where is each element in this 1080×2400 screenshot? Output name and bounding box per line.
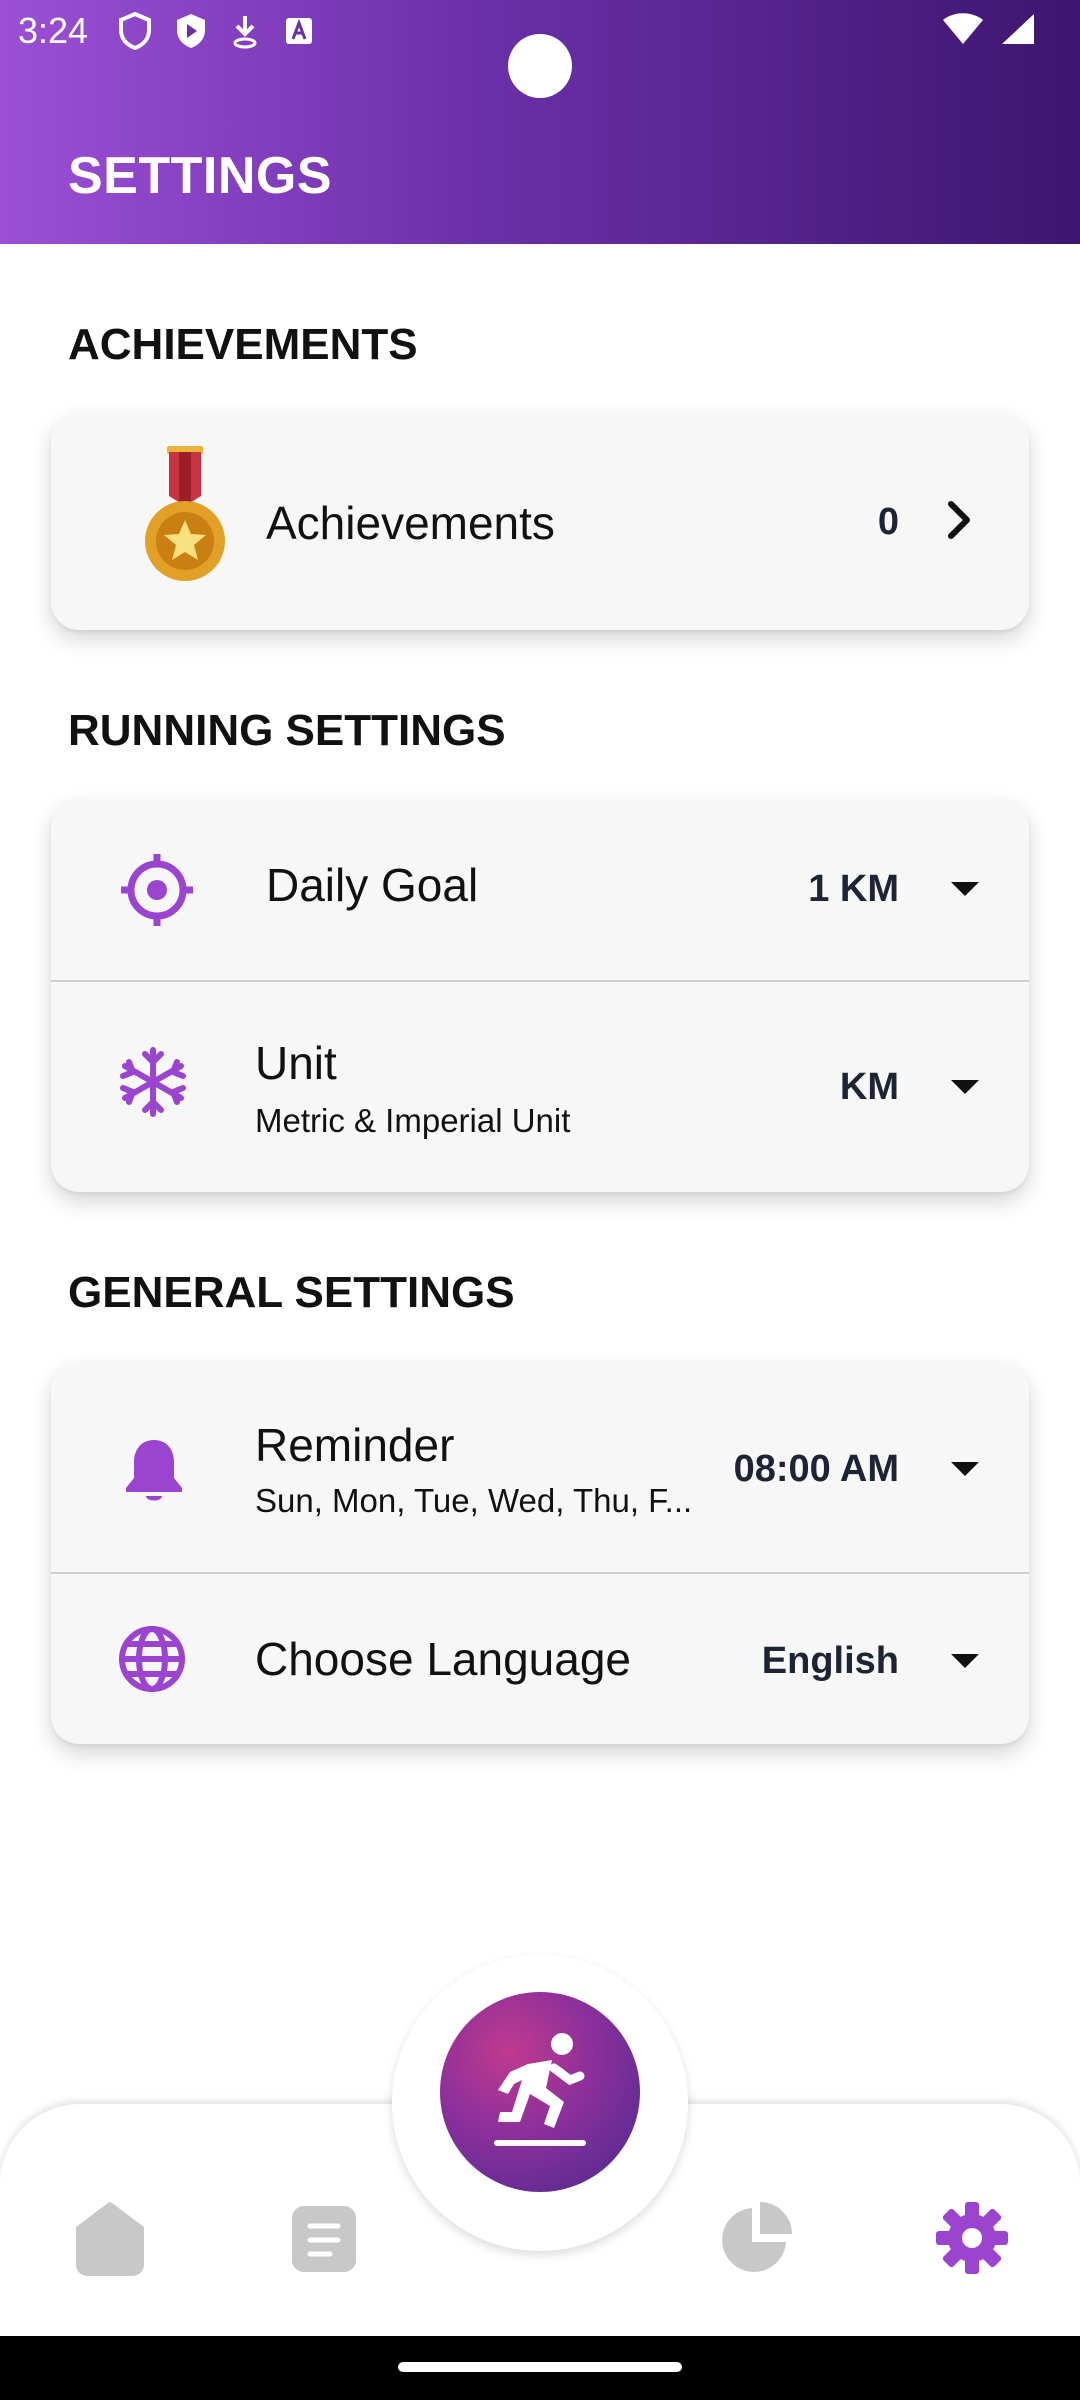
language-value: English [761,1640,899,1682]
camera-cutout [508,34,572,98]
caret-down-icon [951,1462,979,1476]
unit-sublabel: Metric & Imperial Unit [255,1102,571,1139]
daily-goal-label: Daily Goal [266,859,479,911]
achievements-row[interactable]: Achievements 0 [51,412,1029,630]
reminder-time: 08:00 AM [733,1448,899,1490]
reminder-days: Sun, Mon, Tue, Wed, Thu, F... [255,1482,693,1519]
running-settings-card: Daily Goal 1 KM Unit Metric & Imperial U… [51,798,1029,1192]
general-settings-card: Reminder Sun, Mon, Tue, Wed, Thu, F... 0… [51,1362,1029,1744]
achievements-card: Achievements 0 [51,412,1029,630]
shield-icon [119,12,151,50]
snowflake-icon [120,1047,186,1117]
language-label: Choose Language [255,1633,631,1685]
signal-icon [1002,14,1034,44]
caret-down-icon [951,882,979,896]
globe-icon [119,1626,185,1692]
chevron-right-icon [948,501,970,539]
section-title-running: RUNNING SETTINGS [68,706,506,755]
home-icon[interactable] [70,2198,150,2278]
settings-icon[interactable] [932,2198,1012,2278]
text-icon [286,18,312,44]
target-icon [121,854,193,926]
unit-row[interactable]: Unit Metric & Imperial Unit KM [51,982,1029,1192]
reminder-label: Reminder [255,1419,455,1471]
wifi-icon [943,13,983,44]
stats-icon[interactable] [716,2198,796,2278]
download-icon [233,16,257,49]
unit-label: Unit [255,1037,337,1089]
unit-value: KM [839,1066,899,1108]
section-title-achievements: ACHIEVEMENTS [68,320,418,369]
language-row[interactable]: Choose Language English [51,1574,1029,1744]
start-run-button[interactable] [440,1992,640,2192]
medal-icon [145,446,225,581]
section-title-general: GENERAL SETTINGS [68,1268,515,1317]
bell-icon [126,1440,182,1501]
run-icon [494,2033,586,2146]
app-header: 3:24 SETTINGS [0,0,1080,244]
play-protect-icon [177,14,205,48]
status-icons-left [118,12,316,50]
caret-down-icon [951,1654,979,1668]
daily-goal-value: 1 KM [808,868,899,910]
reminder-row[interactable]: Reminder Sun, Mon, Tue, Wed, Thu, F... 0… [51,1362,1029,1574]
caret-down-icon [951,1080,979,1094]
home-gesture-handle[interactable] [398,2362,682,2372]
daily-goal-row[interactable]: Daily Goal 1 KM [51,798,1029,980]
status-icons-right [942,12,1036,46]
journal-icon[interactable] [284,2198,364,2278]
page-title: SETTINGS [68,147,333,205]
status-time: 3:24 [18,10,89,51]
achievements-label: Achievements [266,497,555,549]
achievements-count: 0 [877,501,899,543]
